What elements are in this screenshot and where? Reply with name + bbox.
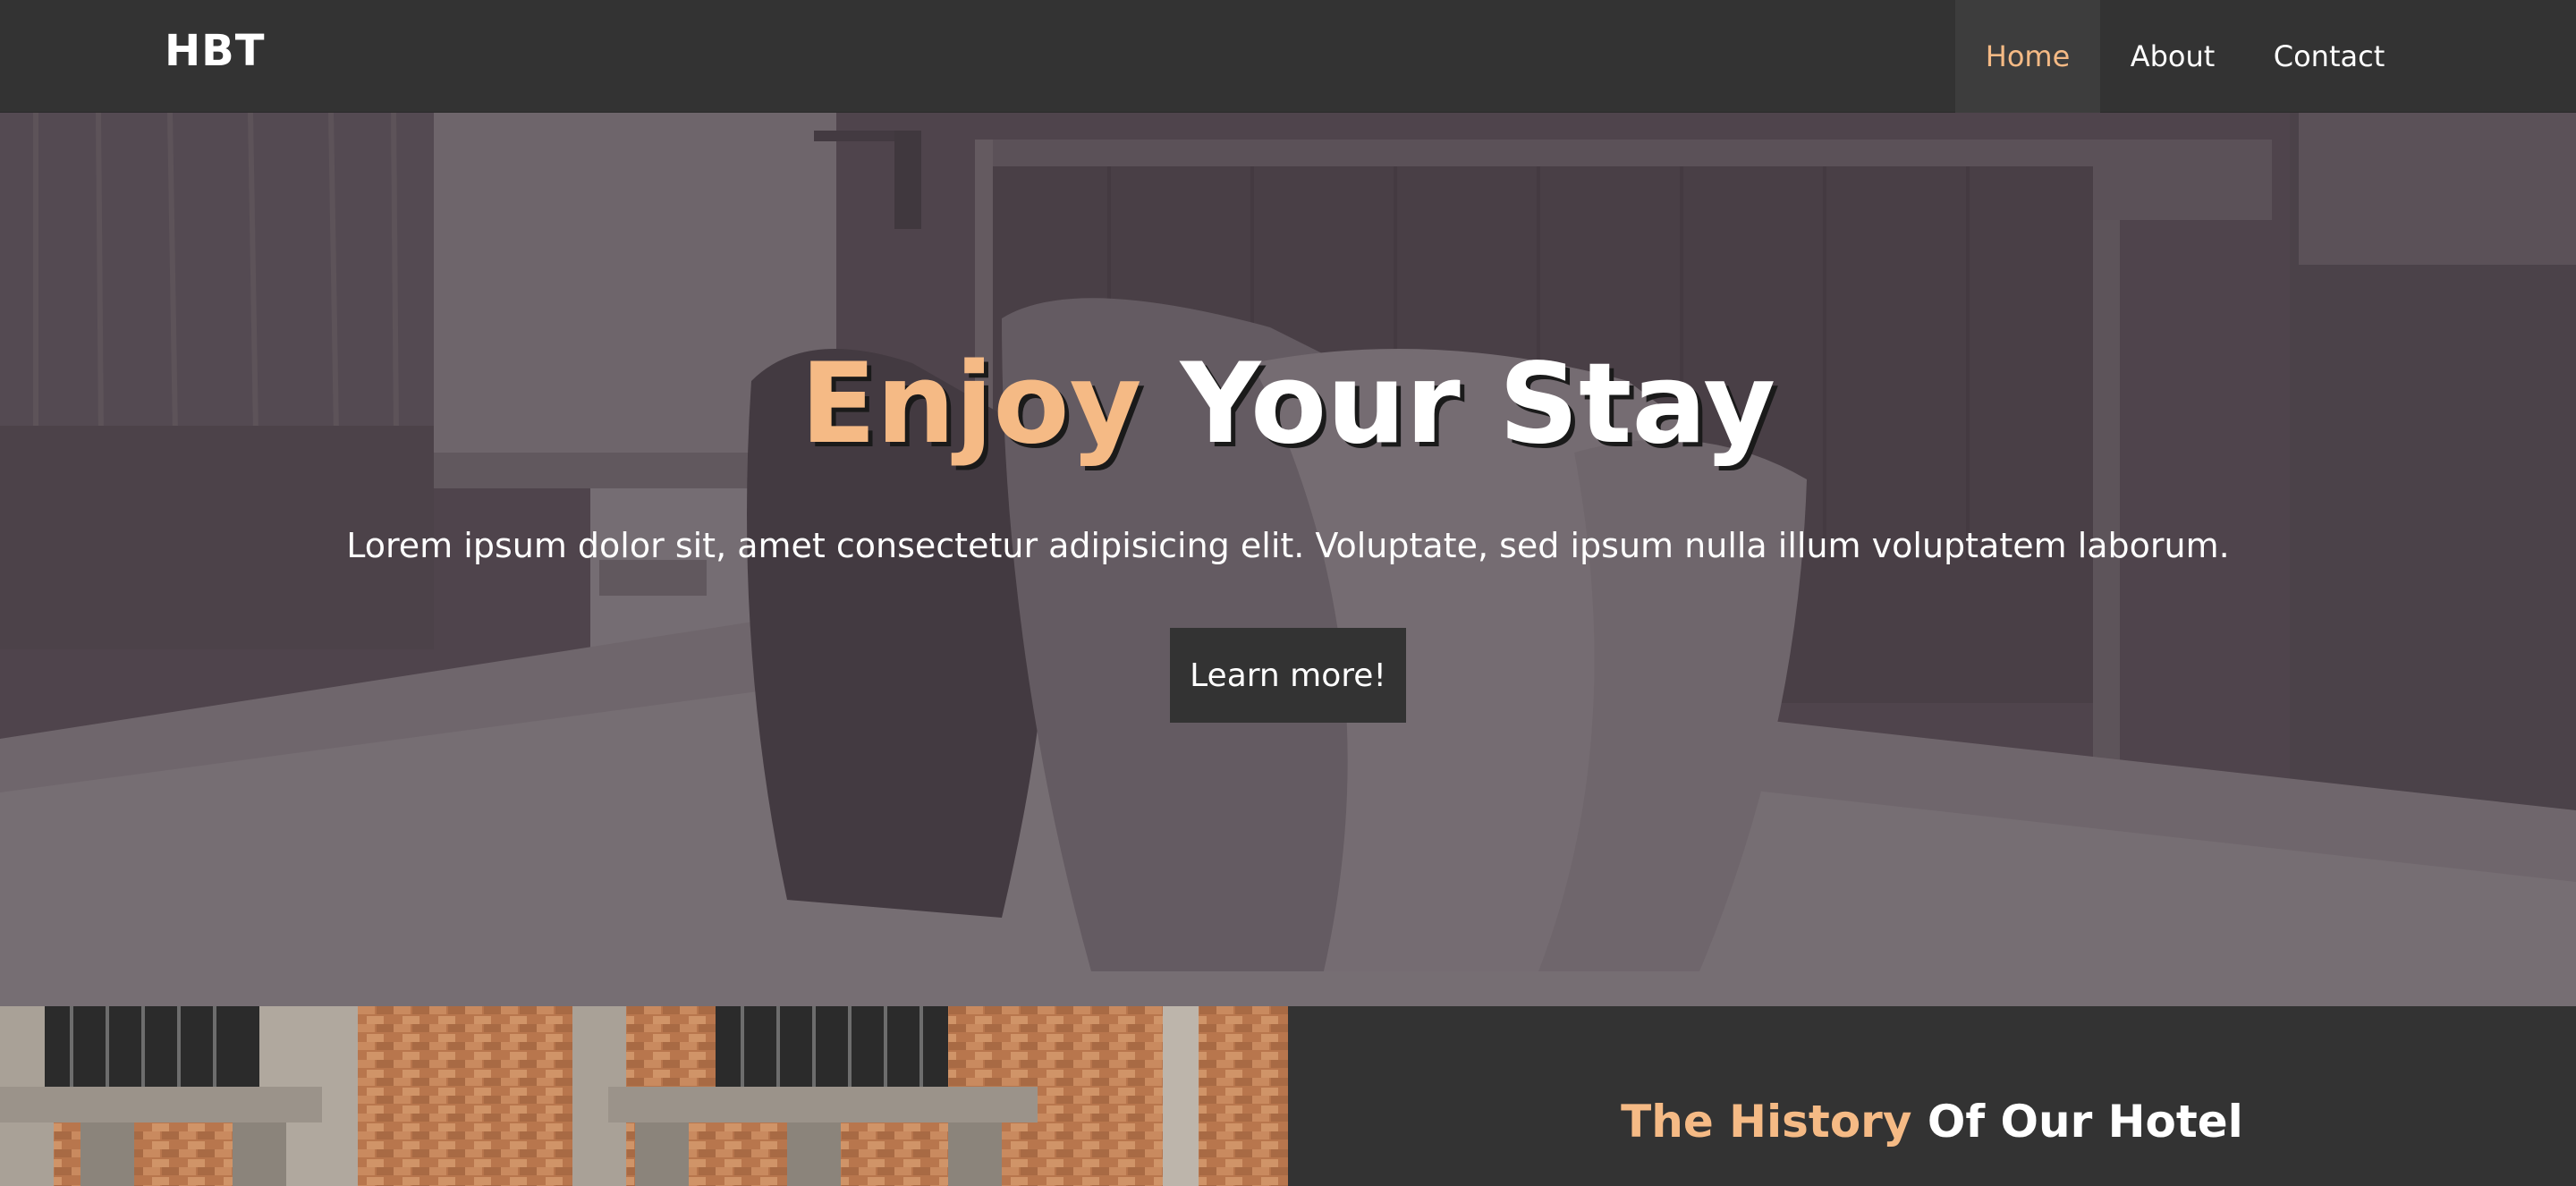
hero-title-rest: Your Stay: [1141, 340, 1776, 469]
history-title: The History Of Our Hotel: [1288, 1096, 2576, 1148]
nav-link-about[interactable]: About: [2100, 0, 2245, 113]
history-section: The History Of Our Hotel: [1288, 1006, 2576, 1186]
hero-description: Lorem ipsum dolor sit, amet consectetur …: [346, 526, 2230, 565]
nav-menu: Home About Contact: [1955, 0, 2576, 113]
history-title-rest: Of Our Hotel: [1911, 1096, 2243, 1148]
brand-logo[interactable]: HBT: [165, 26, 266, 76]
hero-content: Enjoy Your Stay Lorem ipsum dolor sit, a…: [0, 113, 2576, 1006]
hotel-facade-image: [0, 1006, 1288, 1186]
learn-more-button[interactable]: Learn more!: [1170, 628, 1406, 723]
hero-section: Enjoy Your Stay Lorem ipsum dolor sit, a…: [0, 113, 2576, 1006]
hotel-facade-illustration: [0, 1006, 1288, 1186]
nav-link-home[interactable]: Home: [1955, 0, 2100, 113]
navbar: HBT Home About Contact: [0, 0, 2576, 113]
hero-title: Enjoy Your Stay: [0, 349, 2576, 460]
nav-link-contact[interactable]: Contact: [2245, 0, 2413, 113]
history-title-accent: The History: [1621, 1096, 1912, 1148]
hero-title-accent: Enjoy: [800, 340, 1142, 469]
